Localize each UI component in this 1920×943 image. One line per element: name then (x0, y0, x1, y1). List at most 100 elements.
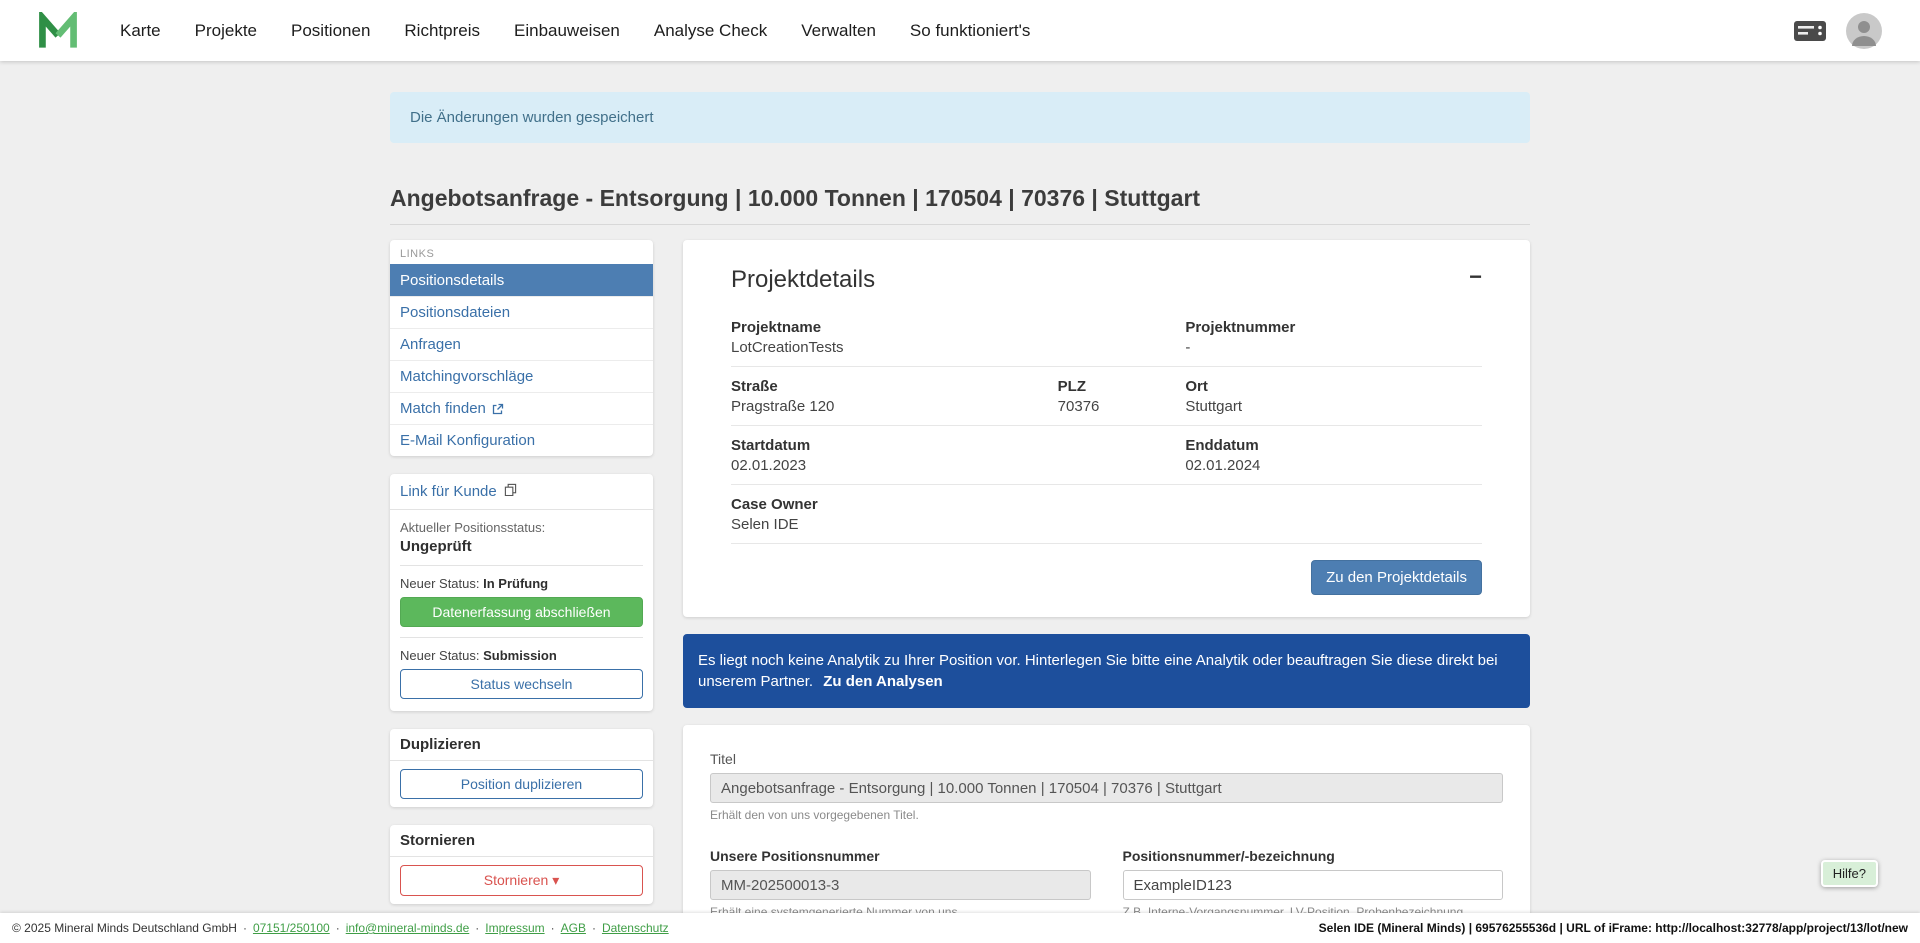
footer-email-link[interactable]: info@mineral-minds.de (346, 921, 470, 935)
unsere-positionsnummer-input (710, 870, 1091, 900)
navbar-right (1794, 13, 1882, 49)
footer: © 2025 Mineral Minds Deutschland GmbH · … (0, 913, 1920, 943)
sidebar-item-label: Positionsdetails (400, 272, 504, 289)
project-row-owner: Case Owner Selen IDE (731, 485, 1482, 544)
footer-separator: · (336, 921, 340, 935)
plz-value: 70376 (1058, 398, 1186, 415)
cancel-title: Stornieren (390, 825, 653, 857)
projektname-label: Projektname (731, 319, 1185, 336)
stornieren-dropdown-button[interactable]: Stornieren ▾ (400, 865, 643, 896)
customer-link-label: Link für Kunde (400, 483, 497, 500)
sidebar-item-label: Anfragen (400, 336, 461, 353)
sidebar: LINKS Positionsdetails Positionsdateien … (390, 240, 653, 904)
footer-separator: · (551, 921, 555, 935)
sidebar-item-match-finden[interactable]: Match finden (390, 392, 653, 424)
sidebar-item-email-konfiguration[interactable]: E-Mail Konfiguration (390, 424, 653, 456)
page-content: Die Änderungen wurden gespeichert Angebo… (0, 61, 1920, 943)
person-icon (1846, 13, 1882, 49)
status-card: Link für Kunde Aktueller Positionsstatus… (390, 474, 653, 711)
our-number-field-group: Unsere Positionsnummer Erhält eine syste… (710, 848, 1091, 919)
positionsnummer-label: Positionsnummer/-bezeichnung (1123, 848, 1504, 864)
footer-agb-link[interactable]: AGB (561, 921, 586, 935)
customer-link[interactable]: Link für Kunde (390, 474, 653, 510)
strasse-value: Pragstraße 120 (731, 398, 1058, 415)
zu-den-projektdetails-button[interactable]: Zu den Projektdetails (1311, 560, 1482, 595)
page-title: Angebotsanfrage - Entsorgung | 10.000 To… (390, 185, 1530, 212)
project-details-title: Projektdetails (731, 266, 875, 294)
footer-impressum-link[interactable]: Impressum (485, 921, 544, 935)
cancel-card: Stornieren Stornieren ▾ (390, 825, 653, 904)
strasse-label: Straße (731, 378, 1058, 395)
top-navbar: Karte Projekte Positionen Richtpreis Ein… (0, 0, 1920, 61)
project-row-address: Straße Pragstraße 120 PLZ 70376 Ort Stut… (731, 367, 1482, 426)
nav-item-positionen[interactable]: Positionen (291, 21, 370, 41)
position-duplizieren-button[interactable]: Position duplizieren (400, 769, 643, 799)
enddatum-label: Enddatum (1185, 437, 1482, 454)
nav-item-so-funktionierts[interactable]: So funktioniert's (910, 21, 1030, 41)
collapse-icon[interactable]: − (1469, 266, 1482, 288)
footer-datenschutz-link[interactable]: Datenschutz (602, 921, 669, 935)
new-status-2: Neuer Status: Submission (400, 648, 643, 663)
analytics-banner-text: Es liegt noch keine Analytik zu Ihrer Po… (698, 652, 1498, 690)
ort-label: Ort (1185, 378, 1482, 395)
duplicate-title: Duplizieren (390, 729, 653, 761)
titel-help: Erhält den von uns vorgegebenen Titel. (710, 808, 1503, 822)
unsere-positionsnummer-label: Unsere Positionsnummer (710, 848, 1091, 864)
user-avatar[interactable] (1846, 13, 1882, 49)
case-owner-label: Case Owner (731, 496, 1482, 513)
server-icon[interactable] (1794, 21, 1826, 41)
title-divider (390, 224, 1530, 225)
nav-item-richtpreis[interactable]: Richtpreis (404, 21, 480, 41)
main-nav: Karte Projekte Positionen Richtpreis Ein… (120, 21, 1030, 41)
status-wechseln-button[interactable]: Status wechseln (400, 669, 643, 699)
footer-session-info: Selen IDE (Mineral Minds) | 69576255536d… (1319, 921, 1908, 935)
pos-number-field-group: Positionsnummer/-bezeichnung Z.B. Intern… (1123, 848, 1504, 919)
case-owner-value: Selen IDE (731, 516, 1482, 533)
nav-item-einbauweisen[interactable]: Einbauweisen (514, 21, 620, 41)
sidebar-item-anfragen[interactable]: Anfragen (390, 328, 653, 360)
alert-message: Die Änderungen wurden gespeichert (410, 109, 654, 126)
copy-icon (504, 483, 517, 500)
footer-separator: · (243, 921, 247, 935)
links-card: LINKS Positionsdetails Positionsdateien … (390, 240, 653, 456)
main-column: Projektdetails − Projektname LotCreation… (683, 240, 1530, 943)
titel-label: Titel (710, 751, 1503, 767)
sidebar-item-label: Matchingvorschläge (400, 368, 533, 385)
position-form-card: Titel Erhält den von uns vorgegebenen Ti… (683, 725, 1530, 943)
sidebar-item-positionsdetails[interactable]: Positionsdetails (390, 264, 653, 296)
mineral-minds-logo[interactable] (38, 12, 78, 50)
footer-copyright: © 2025 Mineral Minds Deutschland GmbH (12, 921, 237, 935)
help-button[interactable]: Hilfe? (1821, 860, 1878, 887)
sidebar-item-positionsdateien[interactable]: Positionsdateien (390, 296, 653, 328)
startdatum-label: Startdatum (731, 437, 1185, 454)
positionsnummer-input[interactable] (1123, 870, 1504, 900)
footer-separator: · (592, 921, 596, 935)
sidebar-item-label: Positionsdateien (400, 304, 510, 321)
success-alert: Die Änderungen wurden gespeichert (390, 92, 1530, 143)
zu-den-analysen-link[interactable]: Zu den Analysen (823, 673, 942, 690)
datenerfassung-abschliessen-button[interactable]: Datenerfassung abschließen (400, 597, 643, 627)
sidebar-item-label: Match finden (400, 400, 486, 417)
enddatum-value: 02.01.2024 (1185, 457, 1482, 474)
project-row-name-number: Projektname LotCreationTests Projektnumm… (731, 308, 1482, 367)
sidebar-item-matchingvorschlaege[interactable]: Matchingvorschläge (390, 360, 653, 392)
duplicate-card: Duplizieren Position duplizieren (390, 729, 653, 807)
nav-item-karte[interactable]: Karte (120, 21, 161, 41)
ort-value: Stuttgart (1185, 398, 1482, 415)
footer-phone-link[interactable]: 07151/250100 (253, 921, 330, 935)
analytics-banner: Es liegt noch keine Analytik zu Ihrer Po… (683, 634, 1530, 708)
projektnummer-label: Projektnummer (1185, 319, 1482, 336)
footer-separator: · (475, 921, 479, 935)
current-status-value: Ungeprüft (400, 538, 643, 555)
project-details-card: Projektdetails − Projektname LotCreation… (683, 240, 1530, 617)
plz-label: PLZ (1058, 378, 1186, 395)
stornieren-label: Stornieren (484, 872, 549, 888)
divider (400, 565, 643, 566)
nav-item-projekte[interactable]: Projekte (195, 21, 257, 41)
sidebar-item-label: E-Mail Konfiguration (400, 432, 535, 449)
nav-item-verwalten[interactable]: Verwalten (801, 21, 876, 41)
projektnummer-value: - (1185, 339, 1482, 356)
caret-down-icon: ▾ (552, 872, 559, 888)
divider (400, 637, 643, 638)
nav-item-analyse-check[interactable]: Analyse Check (654, 21, 767, 41)
